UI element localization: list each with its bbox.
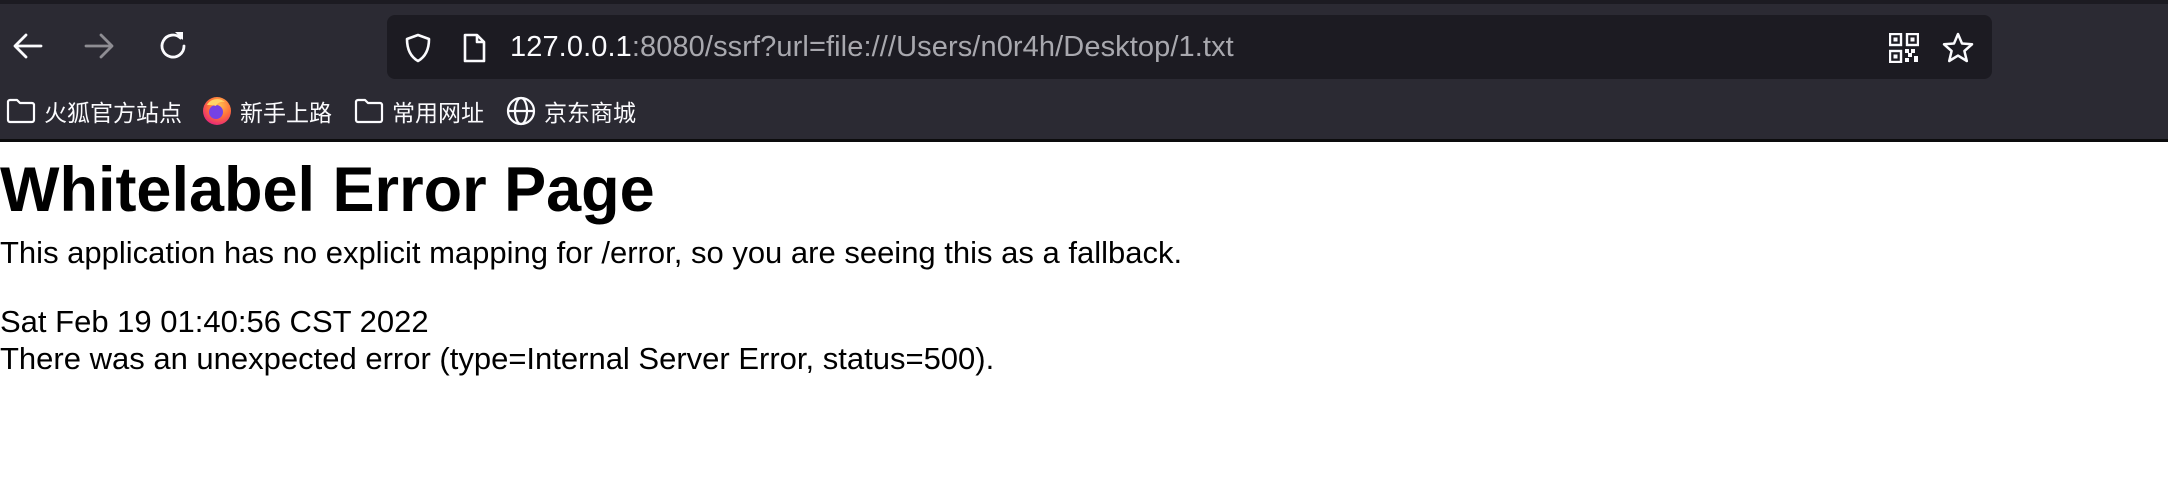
bookmark-label: 火狐官方站点 [44,101,182,127]
reload-button[interactable] [151,24,195,68]
back-button[interactable] [6,24,50,68]
reload-icon [160,32,186,59]
bookmark-label: 京东商城 [544,101,636,127]
bookmark-item-firefox-official[interactable]: 火狐官方站点 [4,90,182,132]
bookmark-label: 常用网址 [392,101,484,127]
error-message: There was an unexpected error (type=Inte… [0,341,995,376]
bookmark-item-jd[interactable]: 京东商城 [504,90,636,132]
shield-icon[interactable] [401,31,435,65]
page-info-icon[interactable] [457,31,491,65]
error-timestamp: Sat Feb 19 01:40:56 CST 2022 [0,304,429,339]
navigation-toolbar: 127.0.0.1:8080/ssrf?url=file:///Users/n0… [0,4,2168,86]
url-bar[interactable]: 127.0.0.1:8080/ssrf?url=file:///Users/n0… [387,15,1992,79]
url-host: 127.0.0.1 [510,31,632,63]
forward-arrow-icon [84,33,114,59]
url-text[interactable]: 127.0.0.1:8080/ssrf?url=file:///Users/n0… [510,28,1234,66]
bookmark-item-getting-started[interactable]: 新手上路 [200,90,332,132]
bookmark-item-common-sites[interactable]: 常用网址 [352,90,484,132]
globe-icon [504,94,538,128]
page-title: Whitelabel Error Page [0,155,655,225]
bookmark-label: 新手上路 [240,101,332,127]
folder-icon [352,94,386,128]
error-description: This application has no explicit mapping… [0,235,1183,270]
folder-icon [4,94,38,128]
bookmarks-toolbar: 火狐官方站点 新手上路 常用网址 京东商城 [0,86,2168,139]
browser-chrome: 127.0.0.1:8080/ssrf?url=file:///Users/n0… [0,0,2168,142]
back-arrow-icon [13,33,43,59]
page-content: Whitelabel Error Page This application h… [0,142,2168,480]
qr-code-icon[interactable] [1887,31,1921,65]
bookmark-star-icon[interactable] [1941,31,1975,65]
url-path: :8080/ssrf?url=file:///Users/n0r4h/Deskt… [631,31,1234,63]
forward-button[interactable] [77,24,121,68]
firefox-icon [200,94,234,128]
